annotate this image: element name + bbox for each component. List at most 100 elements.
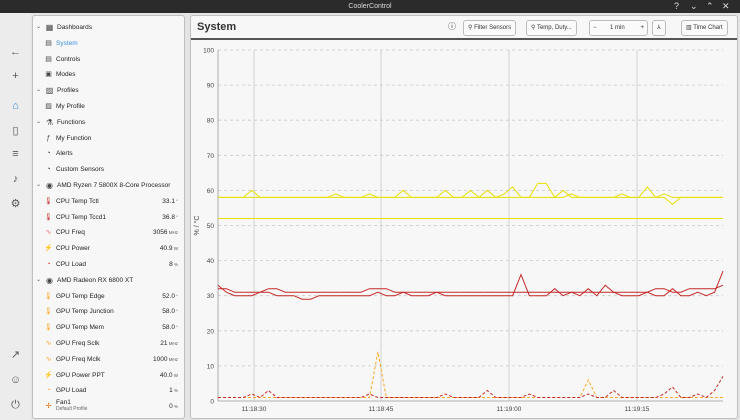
minimize-icon[interactable]: ⌄ (690, 1, 698, 12)
power-icon[interactable]: ⏻ (7, 397, 24, 414)
y-tick-label: 40 (207, 258, 215, 265)
increase-button[interactable]: + (640, 21, 644, 35)
item-icon: ∿ (45, 355, 52, 363)
sidebar-group-header[interactable]: ⌄ ⚗ Functions (33, 115, 184, 130)
item-icon: ∿ (45, 229, 52, 237)
series-line (218, 351, 723, 398)
sidebar-group-header[interactable]: ⌄ ▨ Profiles (33, 83, 184, 98)
back-arrow-icon[interactable]: ← (7, 44, 24, 61)
sidebar-item[interactable]: ▣ Modes (33, 67, 184, 82)
item-icon: ✢ (45, 403, 52, 411)
y-tick-label: 70 (207, 153, 215, 160)
sensor-unit: MHz (167, 341, 178, 346)
sidebar-item[interactable]: ▤ Controls (33, 52, 184, 67)
sidebar-item[interactable]: ◔ Alerts (33, 146, 184, 161)
maximize-icon[interactable]: ⌃ (706, 1, 714, 12)
time-range-stepper[interactable]: − 1 min + (589, 20, 648, 36)
plus-icon[interactable]: + (7, 68, 24, 85)
group-icon: ▦ (45, 23, 54, 32)
sidebar-item[interactable]: ⚡ CPU Power 40.9 W (33, 241, 184, 256)
sidebar-item[interactable]: 🌡 GPU Temp Junction 58.0 ° (33, 304, 184, 319)
type-filter-button[interactable]: ⚲ Temp, Duty... (526, 20, 577, 36)
sidebar-group-label: Functions (57, 118, 86, 126)
sidebar-item-label: Alerts (56, 150, 73, 158)
x-tick-label: 11:18:30 (242, 406, 267, 413)
sidebar-item[interactable]: 🌡 GPU Temp Mem 58.0 ° (33, 320, 184, 335)
sidebar-item[interactable]: ▤ System (33, 36, 184, 51)
y-tick-label: 20 (207, 328, 215, 335)
sidebar-item[interactable]: 🌡 CPU Temp Tctl 33.1 ° (33, 194, 184, 209)
chevron-down-icon[interactable]: ⌄ (36, 273, 41, 288)
sensor-number: 33.1 (162, 197, 175, 205)
y-tick-label: 100 (203, 48, 214, 55)
series-line (218, 376, 724, 399)
chart-settings-button[interactable]: ⅄ (652, 20, 666, 36)
sidebar-group-header[interactable]: ⌄ ◉ AMD Radeon RX 6800 XT (33, 273, 184, 288)
series-line (217, 270, 724, 300)
group-icon: ◉ (46, 181, 53, 190)
item-icon: ◔ (46, 261, 51, 268)
gear-icon[interactable]: ⚙ (7, 196, 24, 213)
item-icon: ⚡ (44, 371, 53, 379)
sidebar-item[interactable]: 🌡 CPU Temp Tccd1 36.8 ° (33, 210, 184, 225)
system-line-chart[interactable]: 0 10 20 30 40 50 60 70 80 90 100 11:18:30 11:18:45 11… (191, 42, 737, 417)
sidebar-item[interactable]: ⚡ GPU Power PPT 40.0 W (33, 368, 184, 383)
sidebar-group-header[interactable]: ⌄ ▦ Dashboards (33, 20, 184, 35)
chevron-down-icon[interactable]: ⌄ (36, 178, 41, 193)
series-line (218, 182, 723, 199)
sidebar-item[interactable]: ∿ GPU Freq Sclk 21 MHz (33, 336, 184, 351)
user-icon[interactable]: ☺ (7, 372, 24, 389)
sidebar-item[interactable]: ◔ CPU Load 8 % (33, 257, 184, 272)
y-tick-label: 60 (207, 188, 215, 195)
sidebar-item[interactable]: ◔ Custom Sensors (33, 162, 184, 177)
y-tick-label: 30 (207, 293, 215, 300)
sensor-unit: ° (174, 198, 178, 204)
sidebar-group-header[interactable]: ⌄ ◉ AMD Ryzen 7 5800X 8-Core Processor (33, 178, 184, 193)
sidebar-item[interactable]: ∿ CPU Freq 3056 MHz (33, 225, 184, 240)
info-icon[interactable]: ⓘ (444, 20, 460, 34)
chart-settings-icon: ⅄ (657, 25, 661, 31)
series-line (218, 284, 724, 293)
chevron-down-icon[interactable]: ⌄ (36, 83, 41, 98)
page-title: System (197, 21, 237, 33)
decrease-button[interactable]: − (593, 21, 597, 35)
open-external-icon[interactable]: ↗ (7, 347, 24, 364)
sensor-value: 1000 MHz (153, 352, 178, 367)
sidebar-item[interactable]: ∿ GPU Freq Mclk 1000 MHz (33, 352, 184, 367)
chart-type-button[interactable]: ▥ Time Chart (681, 20, 728, 36)
filter-sensors-button[interactable]: ⚲ Filter Sensors (463, 20, 517, 36)
sensor-value: 3056 MHz (153, 225, 178, 240)
sidebar-item[interactable]: ▨ My Profile (33, 99, 184, 114)
sensor-value: 33.1 ° (162, 194, 178, 209)
sensor-value: 0 % (169, 399, 178, 414)
sensor-value: 52.0 ° (162, 289, 178, 304)
sidebar-item-label: System (56, 39, 78, 47)
sensor-unit: % (172, 404, 178, 410)
help-window-icon[interactable]: ? (674, 1, 679, 12)
sidebar-item[interactable]: ƒ My Function (33, 131, 184, 146)
y-tick-label: 90 (207, 83, 215, 90)
sidebar-item[interactable]: 🌡 GPU Temp Edge 52.0 ° (33, 289, 184, 304)
left-navbar: ← + ⌂ ▯ ≡ ♪ ⚙ ↗ ☺ ⏻ (0, 13, 31, 420)
close-icon[interactable]: ✕ (722, 1, 730, 12)
item-icon: ▤ (45, 39, 52, 47)
item-icon: ▤ (45, 55, 52, 63)
sensor-unit: % (172, 388, 178, 394)
home-icon[interactable]: ⌂ (7, 98, 24, 115)
item-icon: ▨ (45, 103, 52, 110)
item-icon: ◔ (46, 166, 51, 174)
sidebar-item-label: Controls (56, 55, 81, 63)
sensor-number: 58.0 (162, 308, 175, 316)
y-tick-label: 50 (207, 223, 215, 230)
sensor-value: 36.8 ° (162, 210, 178, 225)
bookmark-icon[interactable]: ▯ (7, 123, 24, 140)
chevron-down-icon[interactable]: ⌄ (36, 115, 41, 130)
sidebar-item-label: CPU Temp Tccd1 (56, 213, 106, 221)
sidebar-item-label: My Function (56, 134, 92, 142)
sensor-number: 58.0 (162, 324, 175, 332)
bell-icon[interactable]: ♪ (7, 171, 24, 188)
item-icon: 🌡 (44, 324, 53, 332)
chevron-down-icon[interactable]: ⌄ (36, 20, 41, 35)
sidebar-item[interactable]: ✢ Fan1 Default Profile 0 % (33, 399, 184, 414)
playlist-icon[interactable]: ≡ (7, 146, 24, 163)
